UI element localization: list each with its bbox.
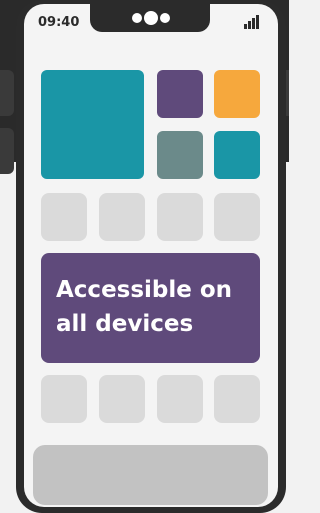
- notch-dot: [132, 13, 142, 23]
- camera-notch-icon: [90, 4, 210, 32]
- placeholder-tile[interactable]: [99, 375, 145, 423]
- phone-screen: 09:40 Accessible on all devices: [24, 4, 278, 507]
- placeholder-tile[interactable]: [214, 193, 260, 241]
- background-shape: [0, 70, 14, 116]
- banner-text-line-1: Accessible on: [56, 277, 233, 303]
- app-tile-small[interactable]: [157, 131, 203, 179]
- placeholder-tile[interactable]: [41, 193, 87, 241]
- placeholder-tile[interactable]: [41, 375, 87, 423]
- app-tile-small[interactable]: [157, 70, 203, 118]
- placeholder-tile[interactable]: [99, 193, 145, 241]
- banner-text-line-2: all devices: [56, 311, 194, 337]
- app-tile-small[interactable]: [214, 70, 260, 118]
- banner-text: Accessible on all devices: [56, 273, 256, 341]
- notch-dot: [144, 11, 158, 25]
- placeholder-tile[interactable]: [157, 375, 203, 423]
- placeholder-tile[interactable]: [214, 375, 260, 423]
- feature-banner: Accessible on all devices: [41, 253, 260, 363]
- app-tile-large[interactable]: [41, 70, 144, 179]
- bottom-bar[interactable]: [33, 445, 268, 505]
- background-shape: [0, 128, 14, 174]
- cellular-signal-icon: [244, 15, 262, 29]
- status-bar: 09:40: [24, 4, 278, 38]
- app-tile-small[interactable]: [214, 131, 260, 179]
- placeholder-tile[interactable]: [157, 193, 203, 241]
- notch-dot: [160, 13, 170, 23]
- status-time: 09:40: [38, 15, 80, 30]
- phone-frame: 09:40 Accessible on all devices: [16, 0, 286, 513]
